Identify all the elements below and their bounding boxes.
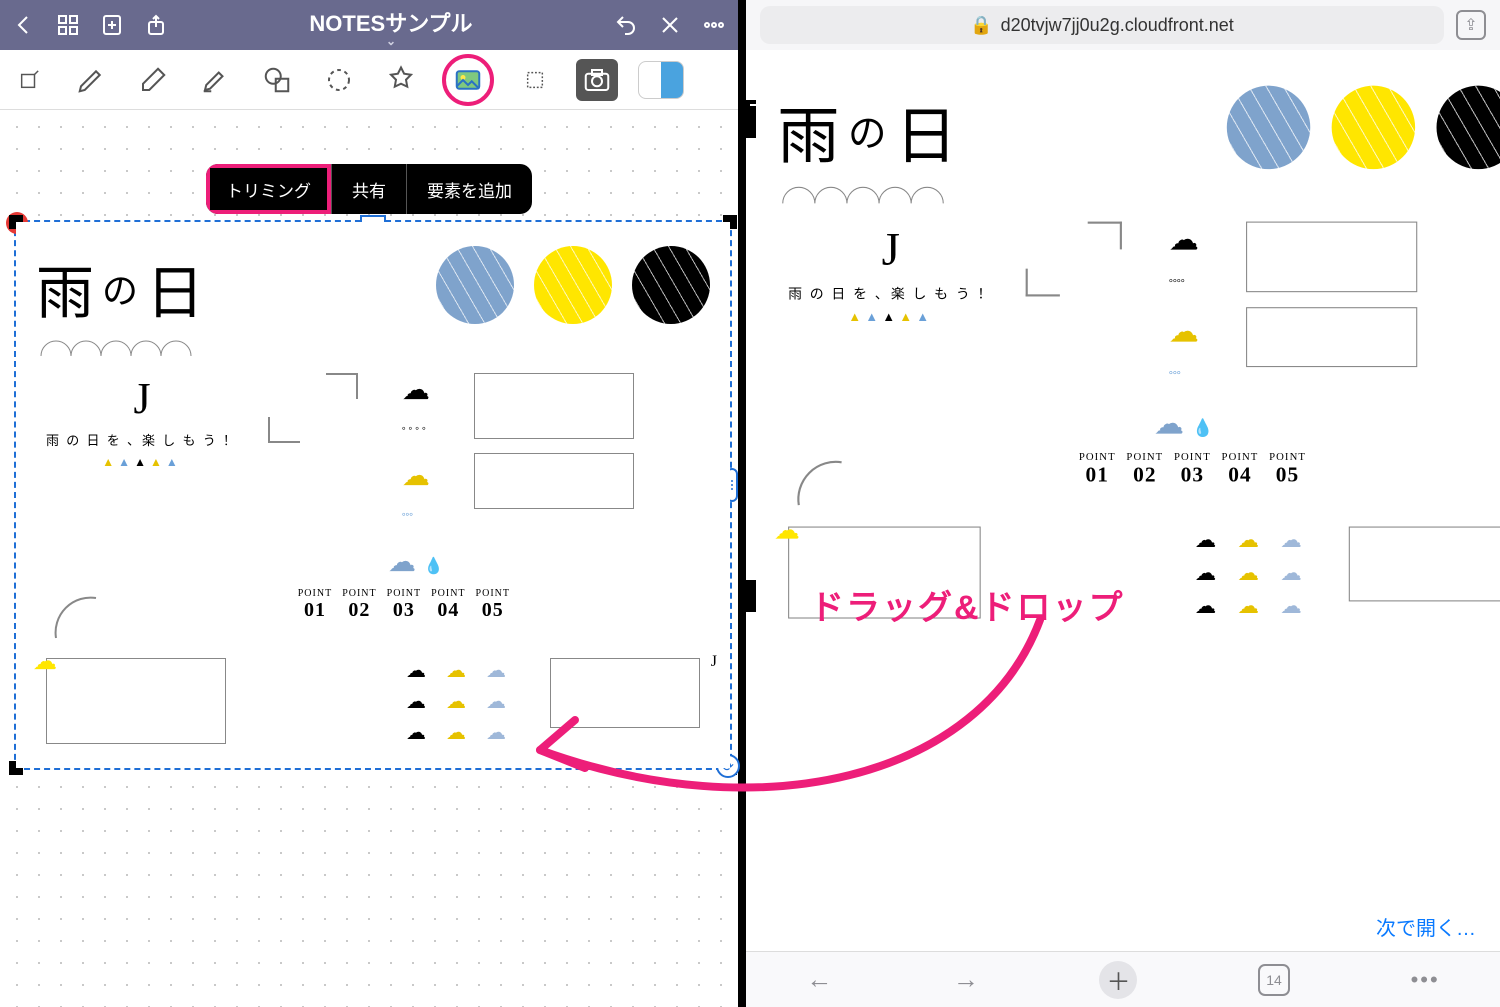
document-title-text: NOTESサンプル <box>309 11 472 36</box>
safari-back-icon[interactable]: ← <box>806 964 832 995</box>
sticker-circle-blue <box>436 246 514 324</box>
cloud-black-icon: ☁︎༚༚༚༚ <box>402 373 430 445</box>
safari-toolbar: ← → ＋ 14 ••• <box>746 951 1500 1007</box>
annotation-label: ドラッグ&ドロップ <box>810 580 1125 629</box>
more-icon[interactable] <box>700 11 728 39</box>
chevron-down-icon: ⌄ <box>186 38 596 44</box>
umbrella-sticker: J 雨 の 日 を 、楽 し も う ！ ▲▲▲▲▲ <box>46 373 238 470</box>
frame-j-sticker: J <box>550 658 700 728</box>
safari-content[interactable]: 雨 の 日 J 雨 の 日 を 、楽 し も う ！ ▲▲▲▲▲ ☁︎༚༚ <box>746 50 1500 951</box>
frame-sticker <box>474 373 634 439</box>
safari-app: 🔒 d20tvjw7jj0u2g.cloudfront.net ⇪ 雨 の 日 <box>746 0 1500 1007</box>
goodnotes-toolbar <box>0 50 738 110</box>
sticker-circle-yellow <box>534 246 612 324</box>
goodnotes-header: NOTESサンプル ⌄ <box>0 0 738 50</box>
context-menu: トリミング 共有 要素を追加 <box>206 164 532 214</box>
title-no: の <box>102 262 142 314</box>
image-selection[interactable]: ✕ ⟳ 雨 の 日 <box>14 220 732 770</box>
safari-newtab-icon[interactable]: ＋ <box>1099 961 1137 999</box>
title-kanji: 日 <box>146 246 208 330</box>
goodnotes-app: NOTESサンプル ⌄ トリミング 共有 要素を追加 ✕ <box>0 0 746 1007</box>
drops-icon: ▲▲▲▲▲ <box>46 455 238 470</box>
open-with-link[interactable]: 次で開く… <box>1376 912 1476 941</box>
safari-share-icon[interactable]: ⇪ <box>1456 10 1486 40</box>
back-icon[interactable] <box>10 11 38 39</box>
frame-sticker <box>474 453 634 509</box>
undo-icon[interactable] <box>612 11 640 39</box>
lock-icon: 🔒 <box>970 15 992 36</box>
note-canvas[interactable]: トリミング 共有 要素を追加 ✕ ⟳ 雨 の 日 <box>0 110 738 1007</box>
title-kanji: 雨 <box>36 246 98 330</box>
template-tool-icon[interactable] <box>638 61 684 99</box>
close-edit-icon[interactable] <box>656 11 684 39</box>
cloud-grid-sticker: ☁︎☁︎☁︎ ☁︎☁︎☁︎ ☁︎☁︎☁︎ <box>406 658 520 745</box>
safari-urlbar[interactable]: 🔒 d20tvjw7jj0u2g.cloudfront.net <box>760 6 1444 44</box>
safari-header: 🔒 d20tvjw7jj0u2g.cloudfront.net ⇪ <box>746 0 1500 50</box>
cloud-blue-icon: ☁︎ 💧 <box>388 545 444 578</box>
arcs-decoration-icon <box>36 336 206 358</box>
pen-tool-icon[interactable] <box>70 59 112 101</box>
sticker-sheet-source: 雨 の 日 J 雨 の 日 を 、楽 し も う ！ ▲▲▲▲▲ ☁︎༚༚ <box>756 60 1500 630</box>
frame-j-letter: J <box>711 653 717 671</box>
share-icon[interactable] <box>142 11 170 39</box>
image-tool-icon[interactable] <box>442 54 494 106</box>
shape-tool-icon[interactable] <box>256 59 298 101</box>
safari-url-text: d20tvjw7jj0u2g.cloudfront.net <box>1001 15 1234 36</box>
safari-tabs-icon[interactable]: 14 <box>1258 964 1290 996</box>
weather-column: ☁︎༚༚༚༚ ☁︎༚༚༚ ☁︎ 💧 <box>388 373 444 578</box>
arc-sticker-icon <box>46 588 106 648</box>
cloud-corner-icon: ☁︎ <box>33 647 57 676</box>
sticker-sheet: 雨 の 日 J 雨 の 日 を 、楽 し も う ！ <box>16 222 730 768</box>
umbrella-tagline: 雨 の 日 を 、楽 し も う ！ <box>46 430 238 449</box>
cloud-yellow-icon: ☁︎༚༚༚ <box>402 459 430 531</box>
sticker-tool-icon[interactable] <box>380 59 422 101</box>
sticker-circle-black <box>632 246 710 324</box>
camera-tool-icon[interactable] <box>576 59 618 101</box>
eraser-tool-icon[interactable] <box>132 59 174 101</box>
umbrella-letter: J <box>46 373 238 424</box>
safari-forward-icon[interactable]: → <box>953 964 979 995</box>
add-page-icon[interactable] <box>98 11 126 39</box>
points-sticker: POINT01 POINT02 POINT03 POINT04 POINT05 <box>298 588 510 622</box>
lasso-tool-icon[interactable] <box>318 59 360 101</box>
context-share-button[interactable]: 共有 <box>331 164 406 214</box>
readonly-tool-icon[interactable] <box>8 59 50 101</box>
thumbnails-icon[interactable] <box>54 11 82 39</box>
corner-frame-sticker <box>268 373 358 443</box>
cloud-frame-sticker: ☁︎ <box>46 658 226 744</box>
safari-more-icon[interactable]: ••• <box>1411 967 1440 993</box>
sheet-title: 雨 の 日 <box>36 246 208 363</box>
text-tool-icon[interactable] <box>514 59 556 101</box>
context-trim-button[interactable]: トリミング <box>206 164 331 214</box>
context-add-element-button[interactable]: 要素を追加 <box>406 164 532 214</box>
highlighter-tool-icon[interactable] <box>194 59 236 101</box>
document-title[interactable]: NOTESサンプル ⌄ <box>186 6 596 44</box>
